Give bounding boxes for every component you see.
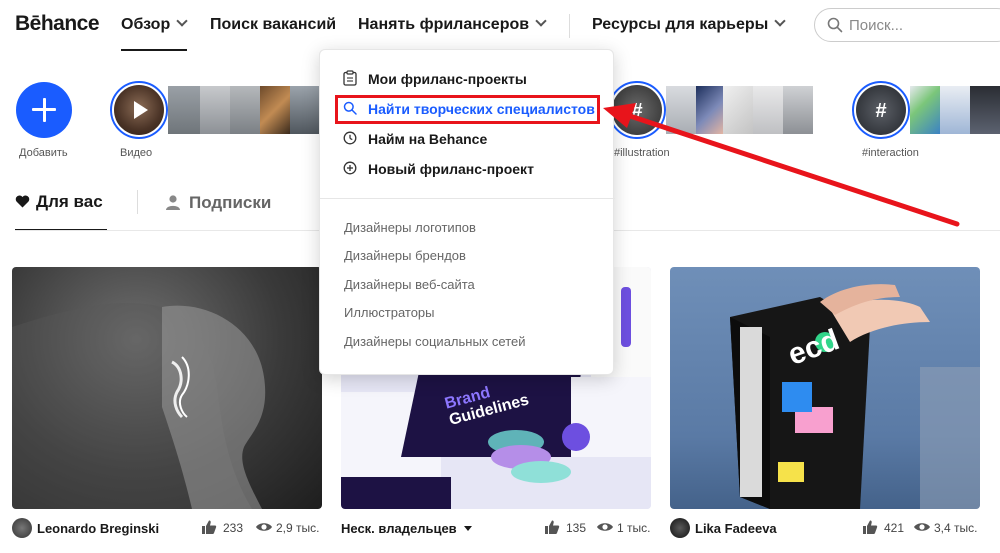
search-input[interactable] [849, 15, 999, 35]
dropdown-item-hire-on-behance[interactable]: Найм на Behance [368, 131, 487, 147]
dropdown-item-new-project[interactable]: Новый фриланс-проект [368, 161, 534, 177]
svg-text:#: # [875, 100, 886, 122]
chevron-down-icon [774, 15, 786, 27]
dropdown-item-my-projects[interactable]: Мои фриланс-проекты [368, 71, 527, 87]
story-interaction[interactable]: # [852, 81, 910, 139]
story-interaction-label: #interaction [862, 147, 919, 159]
card-3-owner[interactable]: Lika Fadeeva [695, 521, 777, 536]
eye-icon [256, 523, 272, 531]
project-card-1[interactable] [12, 267, 322, 509]
eye-icon [597, 523, 613, 531]
story-illustration[interactable]: # [608, 81, 666, 139]
project-card-3[interactable]: ecd [670, 267, 980, 509]
search-box[interactable] [814, 8, 1000, 42]
behance-logo[interactable]: Bēhance [15, 12, 100, 36]
nav-jobs-label: Поиск вакансий [210, 16, 337, 33]
card-3-likes: 421 [884, 521, 905, 535]
dropdown-link-logo-designers[interactable]: Дизайнеры логотипов [344, 220, 476, 235]
dropdown-link-illustrators[interactable]: Иллюстраторы [344, 305, 435, 320]
story-video[interactable] [110, 81, 168, 139]
nav-career-label: Ресурсы для карьеры [592, 16, 769, 33]
nav-browse-label: Обзор [121, 16, 171, 33]
chevron-down-icon [176, 15, 188, 27]
clipboard-icon [343, 70, 357, 86]
nav-divider [569, 14, 570, 38]
nav-active-underline [121, 49, 187, 51]
tab-for-you[interactable]: Для вас [15, 192, 103, 212]
avatar[interactable] [670, 518, 690, 538]
card-2-views: 1 тыс. [617, 521, 651, 535]
add-story-label: Добавить [19, 147, 68, 159]
user-icon [166, 195, 180, 210]
nav-jobs[interactable]: Поиск вакансий [210, 16, 336, 34]
card-1-owner[interactable]: Leonardo Breginski [37, 521, 159, 536]
project-thumbnail [12, 303, 266, 509]
hashtag-icon: # [631, 100, 642, 122]
chevron-down-icon [535, 15, 547, 27]
story-video-label: Видео [120, 147, 153, 159]
tab-for-you-label: Для вас [36, 192, 103, 211]
card-1-likes: 233 [223, 521, 244, 535]
thumbs-up-icon[interactable] [544, 519, 560, 535]
top-header: Bēhance Обзор Поиск вакансий Нанять фрил… [0, 0, 1000, 52]
thumbs-up-icon[interactable] [201, 519, 217, 535]
heart-icon [15, 195, 30, 208]
search-icon [827, 17, 843, 33]
nav-hire-label: Нанять фрилансеров [358, 16, 530, 33]
card-2-owners-dropdown[interactable]: Неск. владельцев [341, 521, 473, 536]
highlight-annotation-box [335, 95, 600, 124]
card-1-views: 2,9 тыс. [276, 521, 320, 535]
card-2-likes: 135 [566, 521, 587, 535]
project-thumbnail [730, 284, 980, 509]
thumbs-up-icon[interactable] [862, 519, 878, 535]
svg-text:#: # [631, 100, 642, 122]
add-story-button[interactable] [16, 82, 72, 138]
hashtag-icon: # [875, 100, 886, 122]
caret-down-icon [464, 526, 473, 531]
nav-career-resources[interactable]: Ресурсы для карьеры [592, 15, 786, 34]
story-interaction-strip[interactable] [910, 86, 1000, 134]
tab-following[interactable]: Подписки [165, 192, 271, 213]
nav-hire-freelancers[interactable]: Нанять фрилансеров [358, 15, 547, 34]
nav-browse[interactable]: Обзор [121, 15, 188, 34]
plus-circle-icon [343, 161, 357, 175]
story-illustration-label: #illustration [614, 147, 670, 159]
story-illustration-strip[interactable] [666, 86, 813, 134]
dropdown-link-web-designers[interactable]: Дизайнеры веб-сайта [344, 277, 475, 292]
avatar[interactable] [12, 518, 32, 538]
play-icon [134, 101, 148, 119]
eye-icon [914, 523, 930, 531]
dropdown-link-social-designers[interactable]: Дизайнеры социальных сетей [344, 334, 526, 349]
dropdown-link-brand-designers[interactable]: Дизайнеры брендов [344, 248, 466, 263]
clock-icon [343, 131, 357, 145]
story-video-strip[interactable] [168, 86, 320, 134]
dropdown-divider [320, 198, 615, 199]
tab-divider [137, 190, 138, 214]
card-3-views: 3,4 тыс. [934, 521, 978, 535]
tab-following-label: Подписки [189, 193, 272, 212]
